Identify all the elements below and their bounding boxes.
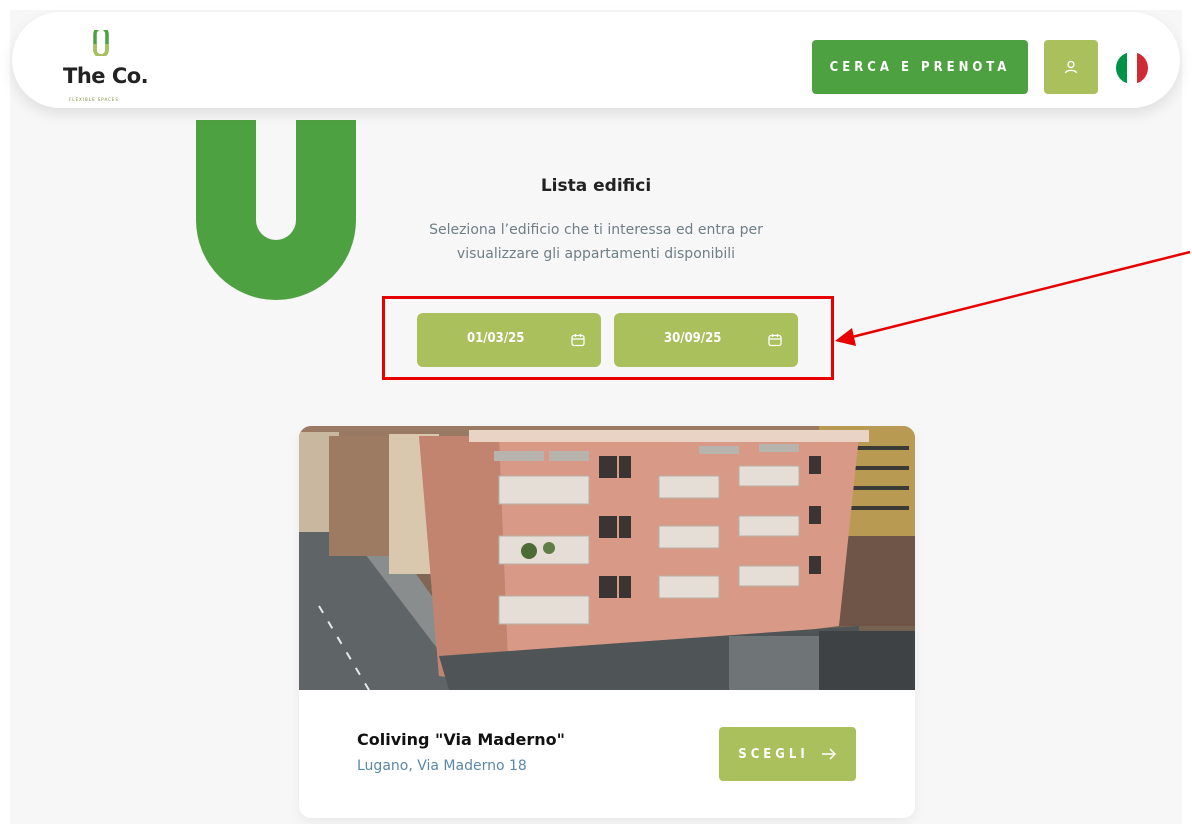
brand-name[interactable]: The Co.: [63, 64, 149, 88]
brand-logo-icon: [93, 30, 109, 56]
page-title: Lista edifici: [540, 176, 652, 196]
building-card[interactable]: Coliving "Via Maderno" Lugano, Via Mader…: [299, 426, 915, 818]
top-navbar: The Co. FLEXIBLE SPACES CERCA E PRENOTA: [12, 12, 1180, 108]
cerca-e-prenota-button[interactable]: CERCA E PRENOTA: [812, 40, 1028, 94]
building-name: Coliving "Via Maderno": [357, 730, 565, 749]
scegli-button[interactable]: SCEGLI: [719, 727, 856, 781]
scegli-label: SCEGLI: [738, 746, 809, 762]
user-account-button[interactable]: [1044, 40, 1098, 94]
arrow-right-icon: [821, 748, 836, 760]
annotation-highlight-box: [382, 296, 834, 380]
brand-tagline: FLEXIBLE SPACES: [69, 97, 119, 102]
building-photo: [299, 426, 915, 690]
user-icon: [1064, 60, 1078, 74]
page-subtitle: Seleziona l’edificio che ti interessa ed…: [429, 222, 763, 262]
annotation-arrow-icon: [835, 250, 1191, 346]
building-address: Lugano, Via Maderno 18: [357, 758, 527, 774]
italy-flag-icon[interactable]: [1116, 52, 1148, 84]
